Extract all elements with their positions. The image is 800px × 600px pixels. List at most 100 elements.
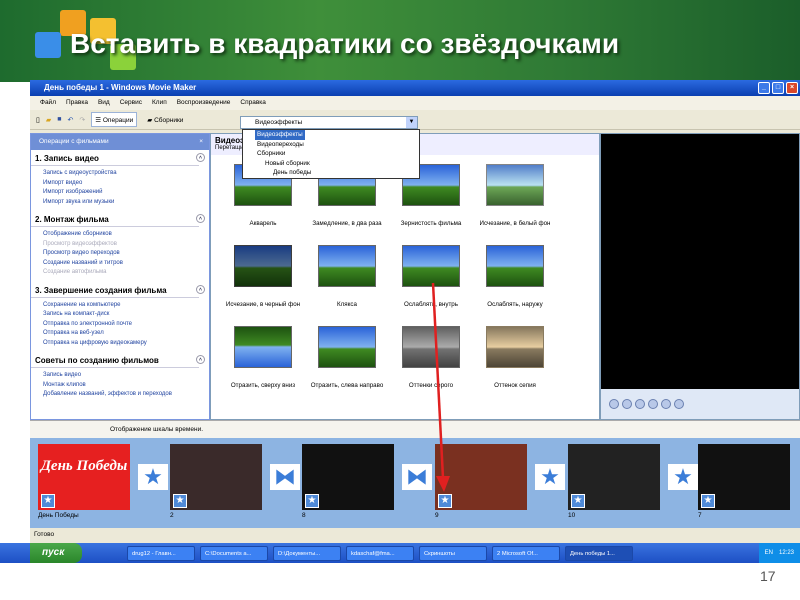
chevron-down-icon[interactable]: ▼ [406,117,417,128]
menu-help[interactable]: Справка [240,96,266,110]
collections-button[interactable]: ▰ Сборники [143,112,187,127]
storyboard-clip[interactable]: ★ [568,444,660,510]
task-section-header[interactable]: 3. Завершение создания фильма ˄ [31,282,205,298]
task-section-title: 3. Завершение создания фильма [35,285,167,295]
effect-label: Исчезание, в черный фон [225,301,301,308]
taskbar-item[interactable]: C:\Documents a... [200,545,268,561]
rewind-button[interactable] [635,399,645,409]
timeline-toggle[interactable]: Отображение шкалы времени. [110,426,203,433]
task-link[interactable]: Просмотр видео переходов [31,249,209,259]
taskbar-item[interactable]: kdaschaf@fma... [346,545,414,561]
task-link[interactable]: Импорт видео [31,179,209,189]
taskbar-item[interactable]: Скриншоты [419,545,487,561]
dropdown-item[interactable]: День победы [243,168,419,178]
menu-file[interactable]: Файл [40,96,56,110]
effect-item[interactable]: Оттенок сепия [473,326,557,389]
dropdown-item[interactable]: Видеоэффекты [243,130,419,140]
effect-item[interactable]: Ослаблять, наружу [473,245,557,308]
forward-button[interactable] [674,399,684,409]
effect-star-icon[interactable]: ★ [173,494,187,508]
task-link[interactable]: Запись на компакт-диск [31,310,209,320]
start-button[interactable]: пуск [30,543,82,563]
transition-star-icon[interactable]: ★ [668,464,698,490]
effect-item[interactable]: Ослаблять, внутрь [389,245,473,308]
task-link[interactable]: Монтаж клипов [31,381,209,391]
close-button[interactable]: × [786,82,798,94]
taskbar-item[interactable]: D:\Документы... [273,545,341,561]
collapse-icon[interactable]: ˄ [196,153,205,162]
effect-star-icon[interactable]: ★ [438,494,452,508]
clock: 12:23 [778,550,794,556]
task-link[interactable]: Отправка на веб-узел [31,329,209,339]
effect-star-icon[interactable]: ★ [305,494,319,508]
task-link[interactable]: Импорт звука или музыки [31,198,209,208]
taskbar-item[interactable]: 2 Microsoft Of... [492,545,560,561]
menu-view[interactable]: Вид [98,96,110,110]
storyboard-clip[interactable]: ★ [698,444,790,510]
storyboard-clip[interactable]: ★ [302,444,394,510]
redo-icon[interactable]: ↷ [79,116,85,124]
new-icon[interactable]: ▯ [36,116,40,124]
task-link[interactable]: Запись с видеоустройства [31,169,209,179]
minimize-button[interactable]: _ [758,82,770,94]
storyboard-clip[interactable]: День Победы ★ [38,444,130,510]
task-link[interactable]: Создание автофильма [31,268,209,278]
language-indicator[interactable]: EN [765,543,773,563]
collapse-icon[interactable]: ˄ [196,214,205,223]
menu-tools[interactable]: Сервис [120,96,142,110]
movie-maker-window: День победы 1 - Windows Movie Maker _ □ × … [30,80,800,550]
effect-star-icon[interactable]: ★ [701,494,715,508]
transition-star-icon[interactable]: ⧓ [402,464,432,490]
task-link[interactable]: Отправка по электронной почте [31,320,209,330]
task-link[interactable]: Запись видео [31,371,209,381]
undo-icon[interactable]: ↶ [67,116,73,124]
dropdown-item[interactable]: Видеопереходы [243,140,419,150]
transition-star-icon[interactable]: ★ [138,464,168,490]
menu-clip[interactable]: Клип [152,96,167,110]
task-link[interactable]: Создание названий и титров [31,259,209,269]
effect-item[interactable]: Исчезание, в белый фон [473,164,557,227]
effect-thumbnail [486,164,544,206]
collapse-icon[interactable]: ˄ [196,355,205,364]
taskbar-item[interactable]: drug12 - Главн... [127,545,195,561]
effect-label: Ослаблять, внутрь [404,301,458,308]
task-link[interactable]: Добавление названий, эффектов и переходо… [31,390,209,400]
collapse-icon[interactable]: ˄ [196,284,205,294]
effect-item[interactable]: Исчезание, в черный фон [221,245,305,308]
menu-play[interactable]: Воспроизведение [177,96,231,110]
clip-title-text: День Победы [40,458,128,474]
effect-item[interactable]: Отразить, сверху вниз [221,326,305,389]
storyboard-clip[interactable]: ★ [170,444,262,510]
next-frame-button[interactable] [661,399,671,409]
save-icon[interactable]: ■ [57,116,61,123]
stop-button[interactable] [622,399,632,409]
open-icon[interactable]: ▰ [46,116,51,124]
effect-item[interactable]: Отразить, слева направо [305,326,389,389]
effect-star-icon[interactable]: ★ [571,494,585,508]
task-link[interactable]: Просмотр видеоэффектов [31,240,209,250]
menu-edit[interactable]: Правка [66,96,88,110]
dropdown-item[interactable]: Сборники [243,149,419,159]
maximize-button[interactable]: □ [772,82,784,94]
task-link[interactable]: Сохранение на компьютере [31,301,209,311]
transition-star-icon[interactable]: ⧓ [270,464,300,490]
operations-button[interactable]: ☰ Операции [91,112,138,127]
task-section-header[interactable]: 2. Монтаж фильма ˄ [31,211,205,227]
taskbar-item[interactable]: День победы 1... [565,545,633,561]
dropdown-item[interactable]: Новый сборник [243,159,419,169]
play-button[interactable] [609,399,619,409]
close-icon[interactable]: × [199,134,203,150]
task-link[interactable]: Отображение сборников [31,230,209,240]
transition-star-icon[interactable]: ★ [535,464,565,490]
task-link[interactable]: Импорт изображений [31,188,209,198]
storyboard-clip[interactable]: ★ [435,444,527,510]
effect-item[interactable]: Оттенки серого [389,326,473,389]
task-link[interactable]: Отправка на цифровую видеокамеру [31,339,209,349]
task-section-header[interactable]: 1. Запись видео ˄ [31,150,205,166]
task-section-header[interactable]: Советы по созданию фильмов ˄ [31,352,205,368]
prev-frame-button[interactable] [648,399,658,409]
collection-select[interactable]: Видеоэффекты ▼ [240,116,418,129]
task-section-title: Советы по созданию фильмов [35,356,159,365]
effect-item[interactable]: Клякса [305,245,389,308]
effect-star-icon[interactable]: ★ [41,494,55,508]
